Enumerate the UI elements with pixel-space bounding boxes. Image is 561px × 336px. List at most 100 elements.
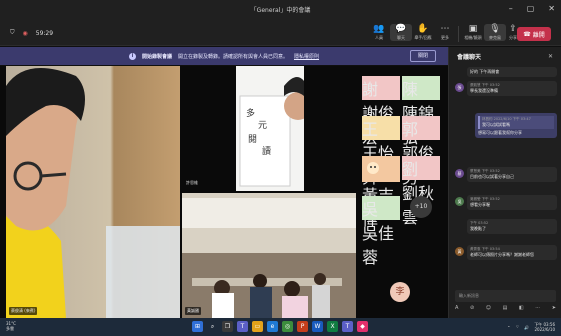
window-title: 「General」中的會議 (250, 7, 311, 14)
tray-chevron-icon[interactable]: ⌃ (507, 325, 510, 330)
more-participants-button[interactable]: +10 (402, 196, 440, 218)
more-icon: ⋯ (440, 24, 450, 34)
camera-button[interactable]: ▣ 相機/鏡頭 (462, 24, 484, 41)
chat-message: 下午 03:52 我晚點了 (455, 219, 557, 234)
maximize-icon[interactable]: ▢ (527, 4, 535, 13)
compose-toolbar: A ⊘ ☺ ▤ ◧ ⋯ ➤ (455, 305, 556, 311)
more-options-icon[interactable]: ⋯ (535, 305, 540, 311)
start-icon[interactable]: ⊞ (192, 321, 203, 332)
file-explorer-icon[interactable]: ▭ (252, 321, 263, 332)
taskbar-apps: ⊞ ⌕ ❐ T ▭ e ◎ P W X T ◆ (192, 321, 368, 332)
weather-widget[interactable]: 31°C 多雲 (6, 321, 16, 331)
raise-hand-icon: ✋ (417, 24, 429, 34)
info-icon: i (128, 52, 136, 60)
clock[interactable]: 下午 03:56 2022/6/10 (534, 322, 555, 332)
chat-title: 會議聊天 (457, 53, 482, 61)
raise-hand-button[interactable]: ✋ 舉手/回應 (412, 24, 434, 41)
whiteboard-video: 多 元 閱 讀 (236, 66, 304, 191)
svg-text:元: 元 (258, 121, 267, 131)
meeting-status: ⛉ ◉ 59:29 (10, 29, 53, 37)
teams-meeting-icon[interactable]: T (342, 321, 353, 332)
volume-icon[interactable]: 🔊 (524, 325, 529, 330)
video-name-label: 蔡俊清 (來賓) (9, 307, 38, 315)
chat-header: 會議聊天 ✕ (449, 47, 561, 65)
word-icon[interactable]: W (312, 321, 323, 332)
chrome-icon[interactable]: ◎ (282, 321, 293, 332)
camera-icon: ▣ (468, 24, 478, 34)
meeting-timer: 59:29 (35, 29, 54, 37)
avatar: 吳 (362, 196, 400, 220)
toolbar-divider (458, 26, 459, 42)
people-button[interactable]: 👥 人員 (368, 24, 390, 41)
avatar: 劉 (402, 156, 440, 180)
participant-tile[interactable]: 吳 吳佳蓉 (362, 196, 400, 268)
task-view-icon[interactable]: ❐ (222, 321, 233, 332)
edge-icon[interactable]: e (267, 321, 278, 332)
chat-button[interactable]: 💬 聊天 (390, 24, 412, 41)
banner-text: 開立在錄製及轉錄。請確認所有與會人員已同意。 (177, 53, 288, 60)
leave-button[interactable]: ☎ 離開 (517, 27, 551, 41)
powerpoint-icon[interactable]: P (297, 321, 308, 332)
attach-icon[interactable]: ⊘ (470, 305, 474, 311)
close-chat-icon[interactable]: ✕ (548, 53, 553, 60)
app-icon[interactable]: ◆ (357, 321, 368, 332)
chat-message: 黃 黃秀惠 下午 03:54 老師可以傳照片分享嗎？謝謝老師您 (455, 245, 557, 260)
chat-message: 吳 吳雅瑩 下午 03:52 想看分享喔 (455, 195, 557, 210)
avatar: 吳 (455, 197, 464, 206)
emoji-icon[interactable]: ☺ (486, 305, 491, 311)
svg-text:閱: 閱 (248, 134, 257, 145)
video-tile-classroom[interactable]: 黃誠國 (182, 193, 356, 318)
search-icon[interactable]: ⌕ (207, 321, 218, 332)
cartoon-avatar-icon (362, 156, 384, 178)
meeting-toolbar: ⛉ ◉ 59:29 👥 人員 💬 聊天 ✋ 舉手/回應 ⋯ 更多 ▣ 相機/鏡頭… (0, 22, 561, 46)
chat-icon: 💬 (395, 24, 407, 34)
network-icon[interactable]: ⌔ (515, 324, 519, 330)
more-button[interactable]: ⋯ 更多 (434, 24, 456, 41)
avatar: 陳 (402, 76, 440, 100)
gif-icon[interactable]: ▤ (503, 305, 508, 311)
avatar: 蔡 (455, 169, 464, 178)
avatar: 郭 (402, 116, 440, 140)
chat-message: 好的 下午再開會 (455, 67, 557, 77)
video-name-label-2: 許思維 (186, 180, 198, 185)
recording-banner: i 開始錄製會議 開立在錄製及轉錄。請確認所有與會人員已同意。 隱私權原則 關閉 (0, 47, 448, 65)
chat-compose-input[interactable]: 輸入新訊息 (455, 290, 556, 302)
minimize-icon[interactable]: – (509, 4, 513, 13)
video-tile-whiteboard[interactable]: 多 元 閱 讀 (236, 66, 304, 191)
title-bar: 「General」中的會議 – ▢ ✕ (0, 0, 561, 22)
svg-text:多: 多 (246, 107, 255, 119)
teams-icon[interactable]: T (237, 321, 248, 332)
taskbar: 31°C 多雲 ⊞ ⌕ ❐ T ▭ e ◎ P W X T ◆ ⌃ ⌔ 🔊 下午… (0, 318, 561, 336)
chat-panel: 會議聊天 ✕ 好的 下午再開會 張 張凱慧 下午 03:52 學長我還沒準備 林… (448, 47, 561, 318)
video-name-label-3: 黃誠國 (185, 307, 201, 315)
chat-message: 蔡 蔡慧美 下午 03:52 目前也可以試著分享自己 (455, 167, 557, 182)
avatar: 謝 (362, 76, 400, 100)
recording-icon: ◉ (22, 29, 28, 37)
avatar: 張 (455, 83, 464, 92)
close-window-icon[interactable]: ✕ (548, 4, 555, 13)
banner-title: 開始錄製會議 (141, 53, 172, 60)
send-icon[interactable]: ➤ (552, 305, 556, 311)
window-controls: – ▢ ✕ (509, 4, 555, 13)
avatar: 黃 (455, 247, 464, 256)
format-icon[interactable]: A (455, 305, 458, 311)
chat-message-mine: 林昌鈞 2022/6/10 下午 03:47 我可以試試看嗎 想寫可以跟著我幫你… (455, 113, 557, 138)
sticker-icon[interactable]: ◧ (519, 305, 524, 311)
mic-icon: 🎙 (489, 24, 501, 34)
mic-button[interactable]: 🎙 麥克風 (484, 24, 506, 41)
avatar: 王 (362, 116, 400, 140)
classroom-video (182, 193, 356, 318)
people-icon: 👥 (373, 24, 385, 34)
system-tray: ⌃ ⌔ 🔊 下午 03:56 2022/6/10 (507, 322, 555, 332)
chat-message: 張 張凱慧 下午 03:52 學長我還沒準備 (455, 81, 557, 96)
svg-text:讀: 讀 (262, 145, 271, 157)
shield-icon: ⛉ (10, 29, 15, 36)
dismiss-button[interactable]: 關閉 (410, 50, 436, 62)
privacy-link[interactable]: 隱私權原則 (294, 53, 319, 60)
self-avatar[interactable]: 李 (390, 282, 410, 302)
meeting-stage: 蔡俊清 (來賓) 多 元 閱 讀 許思維 黃誠國 謝 謝俊 陳 陳錦 王 王怡 … (0, 66, 448, 318)
phone-icon: ☎ (523, 30, 531, 38)
excel-icon[interactable]: X (327, 321, 338, 332)
participant-grid: 謝 謝俊宏 陳 陳錦弘 王 王怡舜 郭 郭俊男 黃吉偉 (362, 76, 442, 267)
video-tile-main[interactable]: 蔡俊清 (來賓) (6, 66, 180, 318)
